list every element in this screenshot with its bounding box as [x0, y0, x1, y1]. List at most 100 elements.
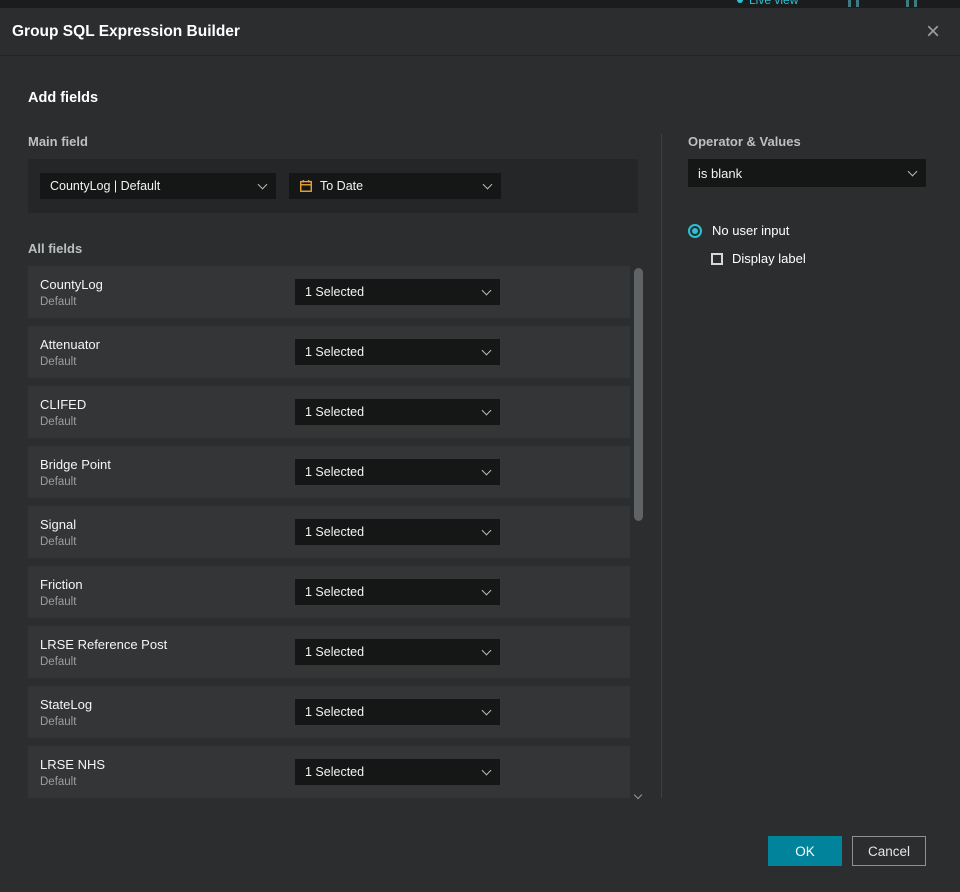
- field-row: Bridge Point Default 1 Selected: [28, 446, 630, 498]
- field-row-info: Friction Default: [40, 577, 295, 608]
- operator-dropdown[interactable]: is blank: [688, 159, 926, 187]
- scroll-down-icon[interactable]: [633, 790, 643, 800]
- date-field-dropdown-value: To Date: [320, 179, 364, 193]
- checkbox-unchecked-icon: [711, 252, 723, 265]
- chevron-down-icon: [257, 179, 268, 189]
- main-field-container: CountyLog | Default To Date: [28, 159, 638, 213]
- chevron-down-icon: [481, 705, 492, 715]
- display-label-checkbox[interactable]: Display label: [711, 251, 806, 266]
- selected-values-dropdown-value: 1 Selected: [305, 285, 365, 299]
- field-name: Signal: [40, 516, 77, 532]
- selected-values-dropdown[interactable]: 1 Selected: [295, 699, 500, 725]
- field-name: CountyLog: [40, 276, 103, 292]
- operator-values-panel: Operator & Values is blank No user input…: [662, 134, 926, 798]
- chevron-down-icon: [481, 765, 492, 775]
- display-label-text: Display label: [732, 251, 806, 266]
- date-field-dropdown[interactable]: To Date: [289, 173, 501, 199]
- selected-values-dropdown-value: 1 Selected: [305, 465, 365, 479]
- field-row: Signal Default 1 Selected: [28, 506, 630, 558]
- field-row: CountyLog Default 1 Selected: [28, 266, 630, 318]
- dialog-footer: OK Cancel: [768, 836, 926, 866]
- scrollbar-thumb[interactable]: [634, 268, 643, 521]
- fields-column: Main field CountyLog | Default To Date A…: [28, 134, 643, 800]
- selected-values-dropdown-value: 1 Selected: [305, 345, 365, 359]
- field-row: Attenuator Default 1 Selected: [28, 326, 630, 378]
- radio-selected-icon: [688, 223, 702, 238]
- background-app-toolbar: Live view: [0, 0, 960, 8]
- live-view-label: Live view: [749, 0, 799, 7]
- group-sql-expression-builder-dialog: Group SQL Expression Builder × Add field…: [0, 8, 960, 892]
- main-field-label: Main field: [28, 134, 88, 149]
- field-row-info: LRSE Reference Post Default: [40, 637, 295, 668]
- selected-values-dropdown-value: 1 Selected: [305, 765, 365, 779]
- chevron-down-icon: [481, 465, 492, 475]
- chevron-down-icon: [481, 525, 492, 535]
- selected-values-dropdown-value: 1 Selected: [305, 705, 365, 719]
- chevron-down-icon: [481, 345, 492, 355]
- field-name: Friction: [40, 576, 83, 592]
- selected-values-dropdown[interactable]: 1 Selected: [295, 279, 500, 305]
- field-row: LRSE Reference Post Default 1 Selected: [28, 626, 630, 678]
- dialog-title: Group SQL Expression Builder: [12, 22, 240, 40]
- selected-values-dropdown[interactable]: 1 Selected: [295, 759, 500, 785]
- field-layer-name: Default: [40, 415, 77, 428]
- pause-bars-icon: [848, 0, 859, 7]
- field-layer-name: Default: [40, 715, 77, 728]
- selected-values-dropdown-value: 1 Selected: [305, 645, 365, 659]
- layer-dropdown[interactable]: CountyLog | Default: [40, 173, 276, 199]
- chevron-down-icon: [481, 645, 492, 655]
- field-name: Bridge Point: [40, 456, 111, 472]
- field-name: StateLog: [40, 696, 93, 712]
- field-name: CLIFED: [40, 396, 87, 412]
- field-name: Attenuator: [40, 336, 100, 352]
- scrollbar[interactable]: [633, 268, 643, 800]
- field-name: LRSE NHS: [40, 756, 106, 772]
- field-row-info: CountyLog Default: [40, 277, 295, 308]
- layer-dropdown-value: CountyLog | Default: [50, 179, 161, 193]
- field-row-info: LRSE NHS Default: [40, 757, 295, 788]
- operator-dropdown-value: is blank: [698, 165, 743, 181]
- field-layer-name: Default: [40, 655, 77, 668]
- live-view-button: Live view: [737, 0, 798, 7]
- field-row-info: Signal Default: [40, 517, 295, 548]
- chevron-down-icon: [481, 585, 492, 595]
- selected-values-dropdown[interactable]: 1 Selected: [295, 639, 500, 665]
- selected-values-dropdown-value: 1 Selected: [305, 585, 365, 599]
- all-fields-label: All fields: [28, 241, 83, 256]
- field-layer-name: Default: [40, 295, 77, 308]
- field-row-info: Bridge Point Default: [40, 457, 295, 488]
- selected-values-dropdown[interactable]: 1 Selected: [295, 519, 500, 545]
- field-row-info: Attenuator Default: [40, 337, 295, 368]
- field-row-info: CLIFED Default: [40, 397, 295, 428]
- all-fields-list: CountyLog Default 1 Selected Attenuator …: [28, 266, 630, 798]
- field-layer-name: Default: [40, 355, 77, 368]
- selected-values-dropdown[interactable]: 1 Selected: [295, 339, 500, 365]
- field-name: LRSE Reference Post: [40, 636, 168, 652]
- dialog-body: Add fields Main field CountyLog | Defaul…: [0, 90, 960, 800]
- selected-values-dropdown-value: 1 Selected: [305, 525, 365, 539]
- chevron-down-icon: [907, 166, 918, 176]
- cancel-button[interactable]: Cancel: [852, 836, 926, 866]
- field-layer-name: Default: [40, 475, 77, 488]
- field-layer-name: Default: [40, 595, 77, 608]
- selected-values-dropdown[interactable]: 1 Selected: [295, 399, 500, 425]
- field-layer-name: Default: [40, 775, 77, 788]
- ok-button[interactable]: OK: [768, 836, 842, 866]
- chevron-down-icon: [481, 285, 492, 295]
- field-row: Friction Default 1 Selected: [28, 566, 630, 618]
- close-icon[interactable]: ×: [926, 19, 940, 44]
- chevron-down-icon: [482, 179, 493, 189]
- selected-values-dropdown[interactable]: 1 Selected: [295, 459, 500, 485]
- no-user-input-label: No user input: [712, 223, 790, 238]
- dialog-header: Group SQL Expression Builder ×: [0, 8, 960, 56]
- operator-values-label: Operator & Values: [688, 134, 801, 149]
- field-row-info: StateLog Default: [40, 697, 295, 728]
- selected-values-dropdown[interactable]: 1 Selected: [295, 579, 500, 605]
- field-row: StateLog Default 1 Selected: [28, 686, 630, 738]
- no-user-input-radio[interactable]: No user input: [688, 223, 789, 238]
- field-row: CLIFED Default 1 Selected: [28, 386, 630, 438]
- pause-bars-icon: [906, 0, 917, 7]
- selected-values-dropdown-value: 1 Selected: [305, 405, 365, 419]
- live-view-dot-icon: [737, 0, 743, 3]
- field-row: LRSE NHS Default 1 Selected: [28, 746, 630, 798]
